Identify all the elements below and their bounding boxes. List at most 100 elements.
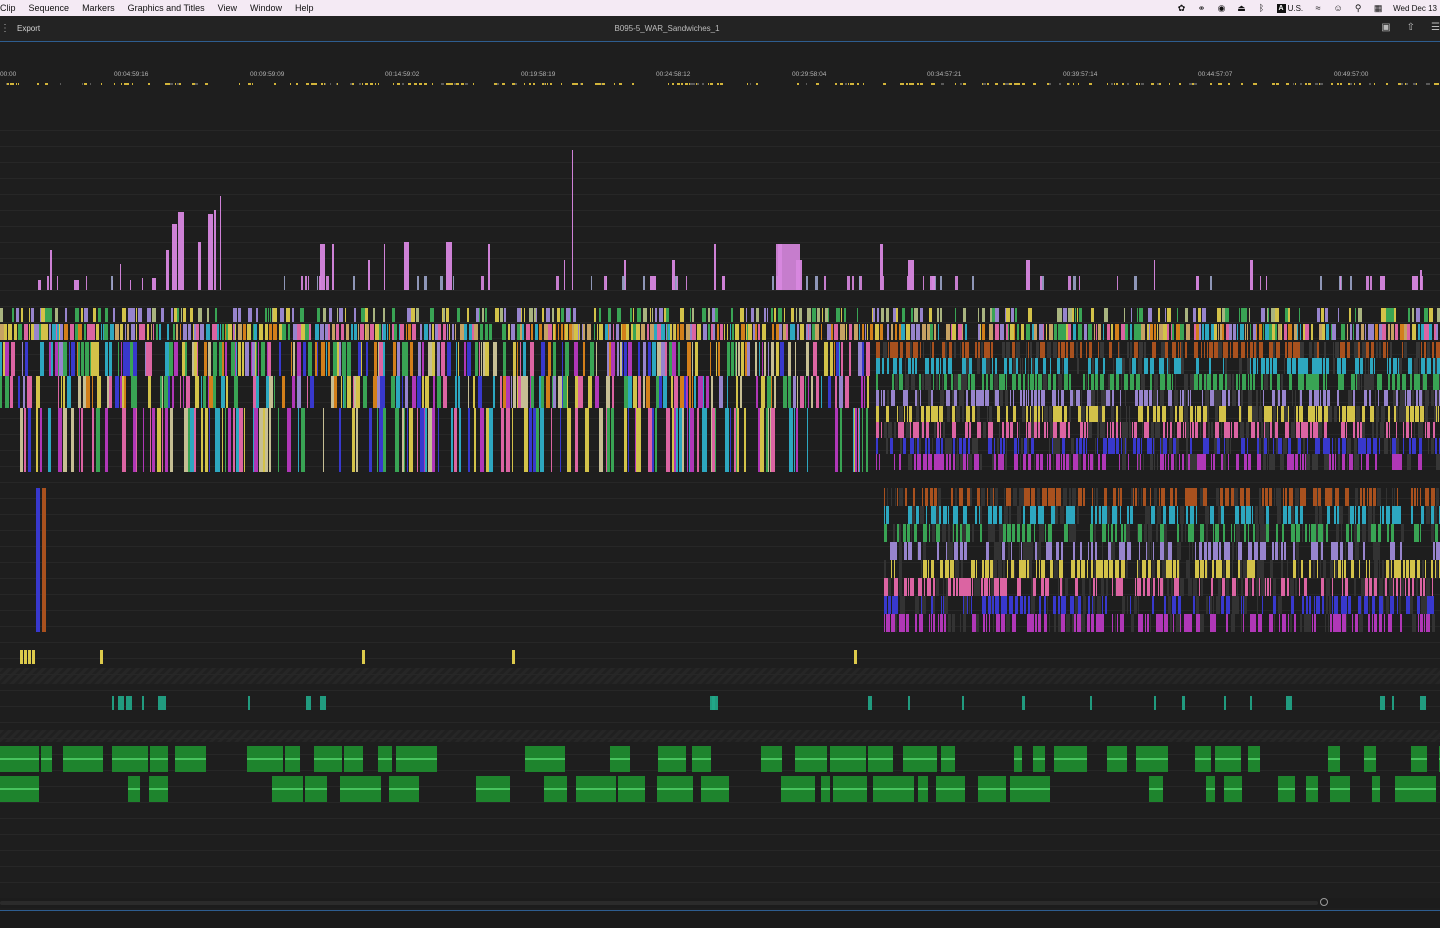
clip[interactable] — [1371, 342, 1374, 358]
clip[interactable] — [1163, 438, 1167, 454]
clip[interactable] — [1002, 422, 1004, 438]
clip[interactable] — [1298, 358, 1302, 374]
clip[interactable] — [78, 324, 82, 340]
clip[interactable] — [959, 578, 962, 596]
clip[interactable] — [1156, 524, 1158, 542]
clip[interactable] — [1039, 524, 1041, 542]
clip[interactable] — [379, 324, 381, 340]
clip[interactable] — [1433, 374, 1437, 390]
clip[interactable] — [1419, 390, 1422, 406]
clip[interactable] — [722, 276, 725, 290]
clip[interactable] — [904, 578, 907, 596]
clip[interactable] — [1388, 614, 1392, 632]
clip[interactable] — [126, 696, 132, 710]
clip[interactable] — [899, 324, 900, 340]
clip[interactable] — [1382, 324, 1386, 340]
clip[interactable] — [1119, 542, 1121, 560]
clip[interactable] — [1241, 390, 1243, 406]
clip[interactable] — [650, 276, 656, 290]
clip[interactable] — [254, 408, 258, 472]
clip[interactable] — [1287, 358, 1291, 374]
clip[interactable] — [1148, 524, 1149, 542]
clip[interactable] — [1289, 374, 1292, 390]
clip[interactable] — [1111, 524, 1113, 542]
clip[interactable] — [780, 342, 784, 376]
clip[interactable] — [1137, 524, 1138, 542]
clip[interactable] — [1047, 342, 1051, 358]
clip[interactable] — [263, 408, 265, 472]
clip[interactable] — [1206, 788, 1215, 790]
clip[interactable] — [1096, 578, 1097, 596]
clip[interactable] — [1306, 788, 1318, 790]
clip[interactable] — [1288, 506, 1291, 524]
clip[interactable] — [253, 408, 254, 472]
clip[interactable] — [1106, 390, 1110, 406]
clip[interactable] — [1026, 324, 1030, 340]
clip[interactable] — [1256, 524, 1259, 542]
clip[interactable] — [955, 308, 956, 322]
clip[interactable] — [1062, 578, 1063, 596]
clip[interactable] — [715, 308, 718, 322]
clip[interactable] — [1054, 560, 1058, 578]
clip[interactable] — [1324, 422, 1327, 438]
clip[interactable] — [285, 758, 300, 760]
clip[interactable] — [776, 324, 779, 340]
clip[interactable] — [666, 324, 667, 340]
marker[interactable] — [1406, 83, 1408, 85]
clip[interactable] — [969, 422, 971, 438]
clip[interactable] — [1222, 324, 1224, 340]
clip[interactable] — [443, 376, 447, 408]
clip[interactable] — [1154, 260, 1155, 290]
clip[interactable] — [928, 454, 932, 470]
clip[interactable] — [1261, 578, 1265, 596]
clip[interactable] — [1224, 788, 1242, 790]
clip[interactable] — [1384, 438, 1388, 454]
clip[interactable] — [238, 308, 241, 322]
clip[interactable] — [865, 324, 866, 340]
clip[interactable] — [1205, 324, 1209, 340]
clip[interactable] — [190, 408, 194, 472]
clip[interactable] — [971, 374, 975, 390]
clip[interactable] — [95, 342, 99, 376]
clip[interactable] — [1260, 276, 1261, 290]
clip[interactable] — [1317, 488, 1318, 506]
clip[interactable] — [940, 390, 944, 406]
clip[interactable] — [1117, 614, 1118, 632]
clip[interactable] — [1175, 488, 1177, 506]
clip[interactable] — [572, 324, 574, 340]
clip[interactable] — [933, 374, 934, 390]
clip[interactable] — [880, 324, 883, 340]
clip[interactable] — [1122, 542, 1125, 560]
marker[interactable] — [702, 83, 704, 85]
marker[interactable] — [1211, 83, 1212, 85]
clip[interactable] — [1074, 614, 1076, 632]
clip[interactable] — [994, 578, 996, 596]
clip[interactable] — [1222, 390, 1226, 406]
clip[interactable] — [817, 308, 820, 322]
clip[interactable] — [1174, 390, 1175, 406]
clip[interactable] — [1059, 422, 1060, 438]
clip[interactable] — [1088, 422, 1092, 438]
clip[interactable] — [1224, 438, 1225, 454]
clip[interactable] — [1254, 406, 1258, 422]
clip[interactable] — [1071, 560, 1075, 578]
clip[interactable] — [1163, 374, 1165, 390]
clip[interactable] — [795, 342, 796, 376]
marker[interactable] — [689, 83, 690, 85]
clip[interactable] — [1347, 438, 1351, 454]
clip[interactable] — [905, 488, 907, 506]
clip[interactable] — [1318, 524, 1320, 542]
clip[interactable] — [1225, 488, 1229, 506]
clip[interactable] — [1004, 358, 1007, 374]
clip[interactable] — [1248, 542, 1252, 560]
clip[interactable] — [1218, 578, 1221, 596]
clip[interactable] — [962, 358, 966, 374]
clip[interactable] — [725, 408, 729, 472]
clip[interactable] — [317, 276, 318, 290]
clip[interactable] — [1040, 454, 1043, 470]
clip[interactable] — [220, 196, 221, 290]
clip[interactable] — [1035, 358, 1038, 374]
clip[interactable] — [1196, 276, 1199, 290]
clip[interactable] — [988, 596, 991, 614]
clip[interactable] — [57, 324, 59, 340]
